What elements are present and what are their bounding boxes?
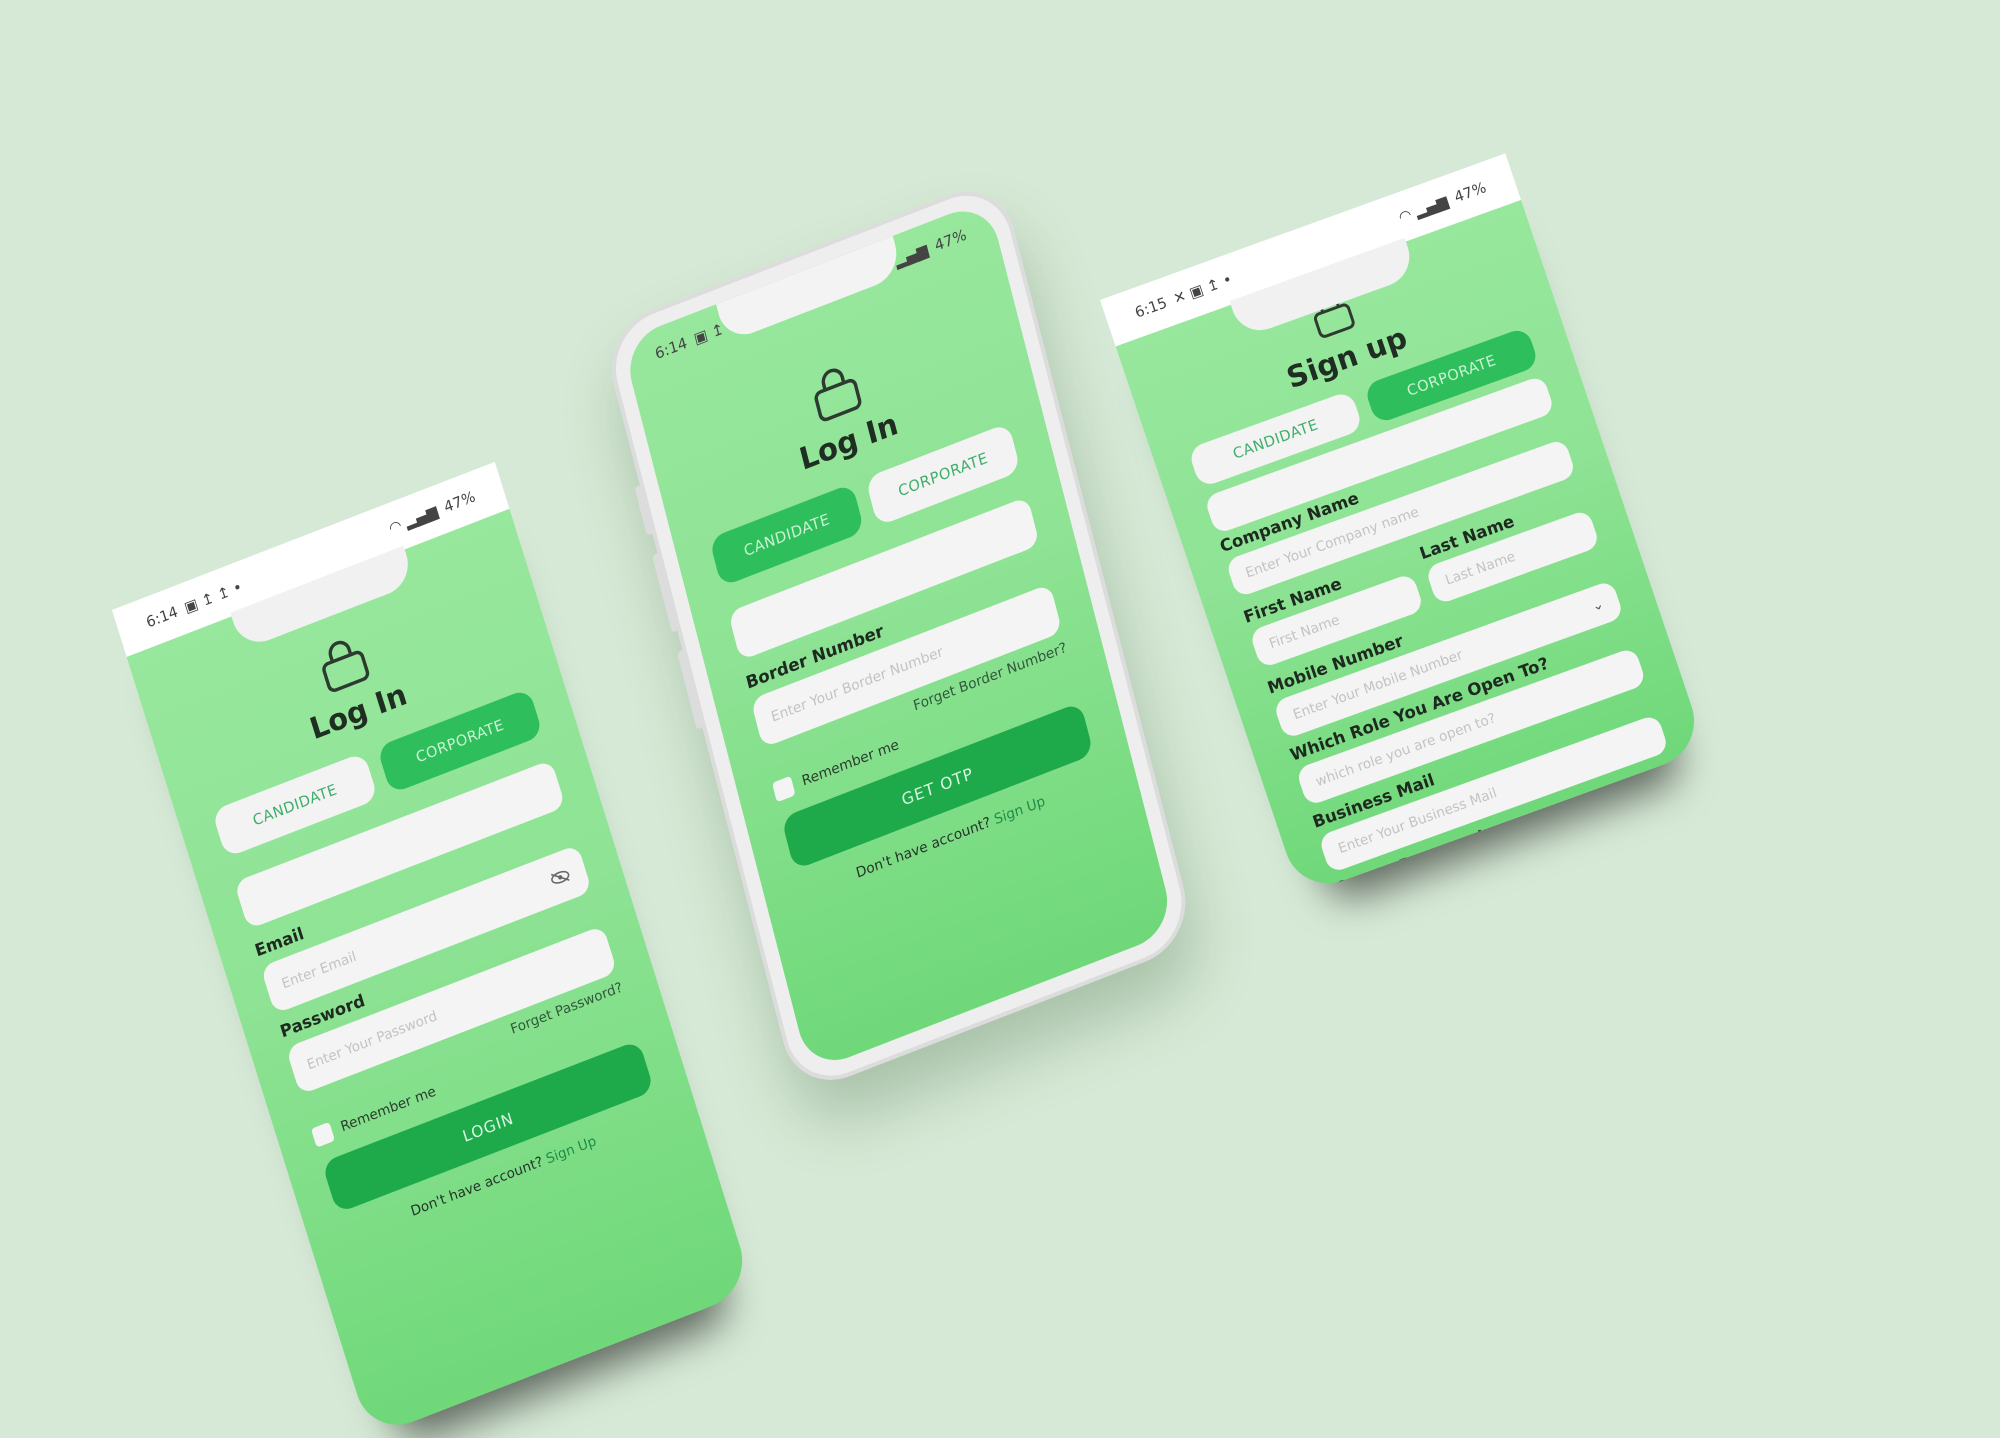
mockup-scene: 6:14 ▣ ↥ ↥ • ◠ ▂▄▆ 47% Log In CANDIDATE … xyxy=(0,0,2000,1438)
shopping-bag-icon xyxy=(322,640,370,692)
status-time: 6:15 xyxy=(1132,293,1170,322)
signal-icon: ◠ ▂▄▆ xyxy=(1396,192,1451,227)
side-button xyxy=(634,484,655,536)
eye-off-icon[interactable] xyxy=(548,867,572,888)
remember-checkbox[interactable] xyxy=(771,775,796,803)
battery-level: 47% xyxy=(441,487,478,517)
volume-down-button xyxy=(676,649,705,730)
last-name-placeholder: Last Name xyxy=(1443,548,1518,589)
app-screen: 6:14 ▣ ↥ ↥ • ◠ ▂▄▆ 47% Log In CANDIDATE … xyxy=(621,199,1177,1073)
battery-level: 47% xyxy=(1451,178,1489,207)
remember-checkbox[interactable] xyxy=(310,1121,336,1148)
volume-up-button xyxy=(651,552,680,633)
status-time: 6:14 xyxy=(653,333,689,364)
signup-link[interactable]: Sign Up xyxy=(993,793,1047,828)
email-placeholder: Enter Email xyxy=(279,948,359,993)
first-name-placeholder: First Name xyxy=(1267,612,1342,653)
app-screen: Log In CANDIDATE CORPORATE Email Enter E… xyxy=(126,508,754,1438)
signal-icon: ◠ ▂▄▆ xyxy=(386,502,440,538)
phone-left: 6:14 ▣ ↥ ↥ • ◠ ▂▄▆ 47% Log In CANDIDATE … xyxy=(112,462,754,1438)
battery-level: 47% xyxy=(932,225,969,255)
shopping-bag-icon xyxy=(814,368,862,422)
signup-link[interactable]: Sign Up xyxy=(544,1133,598,1167)
notification-icon: ✕ ▣ ↥ • xyxy=(1171,270,1235,308)
chevron-down-icon[interactable]: ⌄ xyxy=(1590,596,1606,615)
status-time: 6:14 xyxy=(144,602,181,632)
phone-right: 6:15 ✕ ▣ ↥ • ◠ ▂▄▆ 47% Sign up CANDIDATE… xyxy=(1100,153,1707,896)
